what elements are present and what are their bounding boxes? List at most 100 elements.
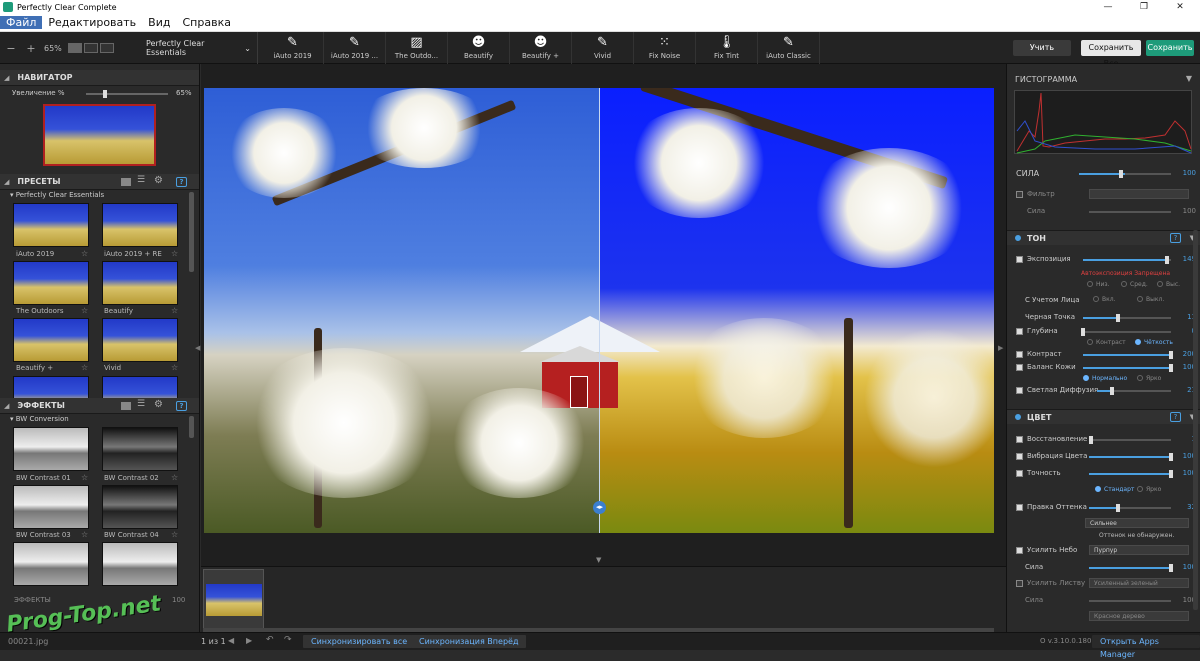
tool-fix-noise[interactable]: ⁙ Fix Noise [634,32,696,64]
star-icon[interactable]: ☆ [81,473,88,482]
preset-thumb[interactable] [102,261,178,305]
apply-button[interactable]: Учить [1013,40,1071,56]
depth-contrast-radio[interactable]: Контраст [1087,339,1126,346]
foliage-strength-slider[interactable] [1089,600,1171,602]
presets-group[interactable]: ▾ Perfectly Clear Essentials [10,191,104,199]
collapse-left-icon[interactable]: ◀ [195,344,200,352]
accuracy-knob[interactable] [1169,470,1173,478]
exposure-low-radio[interactable]: Низ. [1087,281,1110,288]
restore-checkbox[interactable] [1016,436,1023,443]
star-icon[interactable]: ☆ [171,363,178,372]
accuracy-bright-radio[interactable]: Ярко [1137,486,1161,493]
restore-knob[interactable] [1088,436,1093,444]
foliage-select[interactable]: Усиленный зеленый [1089,578,1189,588]
face-off-radio[interactable]: Выкл. [1137,296,1164,303]
depth-knob[interactable] [1081,328,1085,336]
exposure-high-radio[interactable]: Выс. [1157,281,1180,288]
star-icon[interactable]: ☆ [171,306,178,315]
navigator-preview[interactable] [43,104,156,166]
effects-group[interactable]: ▾ BW Conversion [10,415,69,423]
sky-strength-knob[interactable] [1169,564,1173,572]
help-icon[interactable]: ? [176,401,187,411]
filmstrip-toggle-icon[interactable]: ▼ [596,556,601,564]
star-icon[interactable]: ☆ [81,363,88,372]
list-view-icon[interactable]: ☰ [137,175,147,185]
menu-edit[interactable]: Редактировать [42,16,142,29]
effects-header[interactable]: ◢ ЭФФЕКТЫ ☰ ⚙ ? [0,398,199,414]
gear-icon[interactable]: ⚙ [154,175,164,186]
tool-beautify-plus[interactable]: ☻ Beautify + [510,32,572,64]
navigator-header[interactable]: ◢ НАВИГАТОР [0,70,199,86]
sync-forward-button[interactable]: Синхронизация Вперёд [411,635,527,648]
exposure-checkbox[interactable] [1016,256,1023,263]
skin-balance-knob[interactable] [1169,364,1173,372]
zoom-out-icon[interactable]: − [4,42,18,55]
tint-fix-knob[interactable] [1115,504,1120,512]
accuracy-checkbox[interactable] [1016,470,1023,477]
effect-thumb[interactable] [13,485,89,529]
star-icon[interactable]: ☆ [81,306,88,315]
navigator-zoom-slider[interactable] [86,93,168,95]
save-button[interactable]: Сохранить [1146,40,1194,56]
effect-thumb[interactable] [102,427,178,471]
menu-help[interactable]: Справка [176,16,236,29]
tone-header[interactable]: ТОН ? ▼ [1007,230,1200,245]
right-scrollbar[interactable] [1193,230,1198,610]
star-icon[interactable]: ☆ [81,249,88,258]
minimize-button[interactable]: — [1090,0,1126,14]
tool-iauto-2019-re[interactable]: ✎ iAuto 2019 ... [324,32,386,64]
face-on-radio[interactable]: Вкл. [1093,296,1115,303]
effects-scrollbar[interactable] [189,416,194,438]
preset-select[interactable]: Perfectly Clear Essentials ⌄ [140,32,258,64]
strength-knob[interactable] [1119,170,1123,178]
menu-view[interactable]: Вид [142,16,176,29]
depth-slider[interactable] [1083,331,1171,333]
depth-clarity-radio[interactable]: Чёткость [1135,339,1173,346]
restore-slider[interactable] [1089,439,1171,441]
vibrancy-checkbox[interactable] [1016,453,1023,460]
skin-normal-radio[interactable]: Нормально [1083,375,1127,382]
toggle-icon[interactable] [1015,414,1021,420]
photo-preview[interactable]: ◂▸ [204,88,994,533]
black-point-knob[interactable] [1116,314,1121,322]
tint-fix-checkbox[interactable] [1016,504,1023,511]
preset-thumb[interactable] [102,376,178,398]
effect-thumb[interactable] [102,542,178,586]
navigator-zoom-knob[interactable] [103,90,107,98]
help-icon[interactable]: ? [176,177,187,187]
light-diffuse-knob[interactable] [1109,387,1114,395]
apps-manager-button[interactable]: Открыть Apps Manager [1092,635,1200,659]
save-all-button[interactable]: Сохранить Все [1081,40,1141,68]
star-icon[interactable]: ☆ [171,249,178,258]
help-icon[interactable]: ? [1170,412,1181,422]
maximize-button[interactable]: ❐ [1126,0,1162,14]
tool-beautify[interactable]: ☻ Beautify [448,32,510,64]
tool-iauto-classic[interactable]: ✎ iAuto Classic [758,32,820,64]
star-icon[interactable]: ☆ [171,530,178,539]
preset-thumb[interactable] [13,203,89,247]
effect-thumb[interactable] [102,485,178,529]
gear-icon[interactable]: ⚙ [154,399,164,410]
light-diffuse-checkbox[interactable] [1016,387,1023,394]
sky-enhance-checkbox[interactable] [1016,547,1023,554]
prev-icon[interactable]: ◀ [228,636,234,645]
rotate-right-icon[interactable]: ↷ [284,635,292,645]
star-icon[interactable]: ☆ [81,530,88,539]
depth-checkbox[interactable] [1016,328,1023,335]
tool-vivid[interactable]: ✎ Vivid [572,32,634,64]
help-icon[interactable]: ? [1170,233,1181,243]
preset-thumb[interactable] [102,318,178,362]
filter-strength-slider[interactable] [1089,211,1171,213]
contrast-checkbox[interactable] [1016,351,1023,358]
presets-scrollbar[interactable] [189,192,194,272]
single-view-icon[interactable] [67,43,82,53]
tool-fix-tint[interactable]: 🌡 Fix Tint [696,32,758,64]
split-view-icon[interactable] [83,43,98,53]
effect-thumb[interactable] [13,427,89,471]
exposure-mid-radio[interactable]: Сред. [1121,281,1148,288]
preset-thumb[interactable] [102,203,178,247]
skin-bright-radio[interactable]: Ярко [1137,375,1161,382]
grid-view-icon[interactable] [121,178,131,186]
histogram-collapse-icon[interactable]: ▼ [1186,74,1192,83]
foliage-select-2[interactable]: Красное дерево [1089,611,1189,621]
